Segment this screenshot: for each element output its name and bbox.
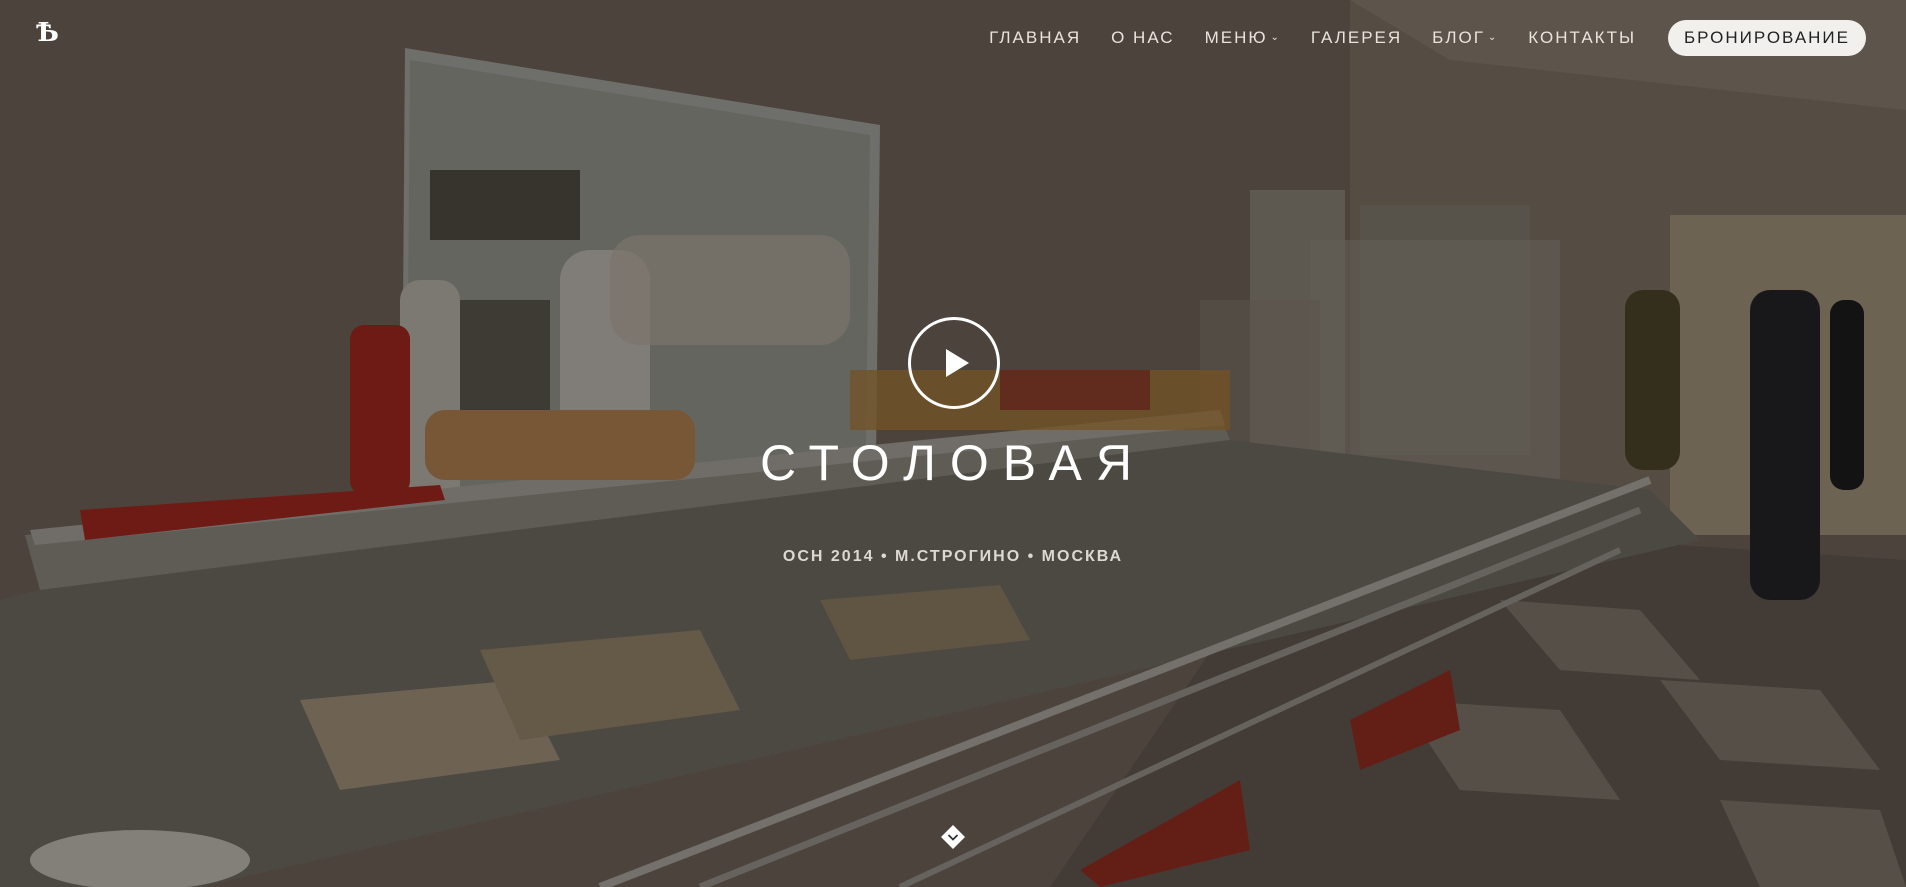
nav-item-label: ГАЛЕРЕЯ	[1310, 28, 1403, 47]
nav-item-contacts[interactable]: КОНТАКТЫ	[1528, 21, 1636, 55]
play-icon	[946, 349, 969, 377]
nav-item-about[interactable]: О НАС	[1111, 21, 1174, 55]
page-title: СТОЛОВАЯ	[760, 435, 1146, 491]
booking-button[interactable]: БРОНИРОВАНИЕ	[1668, 20, 1866, 56]
booking-button-label: БРОНИРОВАНИЕ	[1684, 28, 1850, 47]
hero-subtitle: ОСН 2014 • М.СТРОГИНО • МОСКВА	[782, 548, 1124, 565]
play-video-button[interactable]	[908, 317, 1000, 409]
nav-item-home[interactable]: ГЛАВНАЯ	[989, 21, 1081, 55]
hero-section: Ѣ ГЛАВНАЯ О НАС МЕНЮ ⌄ ГАЛЕРЕЯ БЛОГ ⌄ КО…	[0, 0, 1906, 887]
chevron-down-icon: ⌄	[1487, 31, 1499, 43]
nav-item-gallery[interactable]: ГАЛЕРЕЯ	[1311, 21, 1402, 55]
nav-item-label: БЛОГ	[1432, 28, 1485, 47]
nav-item-label: О НАС	[1111, 28, 1175, 47]
nav-item-menu[interactable]: МЕНЮ ⌄	[1205, 21, 1281, 55]
nav-item-blog[interactable]: БЛОГ ⌄	[1432, 21, 1498, 55]
scroll-down-button[interactable]	[940, 824, 966, 850]
chevron-down-icon	[941, 825, 965, 849]
chevron-down-icon: ⌄	[1270, 31, 1281, 43]
site-logo[interactable]: Ѣ	[36, 18, 59, 48]
nav-item-label: ГЛАВНАЯ	[989, 28, 1082, 47]
main-nav: ГЛАВНАЯ О НАС МЕНЮ ⌄ ГАЛЕРЕЯ БЛОГ ⌄ КОНТ…	[959, 20, 1866, 56]
nav-item-label: КОНТАКТЫ	[1528, 28, 1637, 47]
nav-item-label: МЕНЮ	[1204, 28, 1268, 47]
